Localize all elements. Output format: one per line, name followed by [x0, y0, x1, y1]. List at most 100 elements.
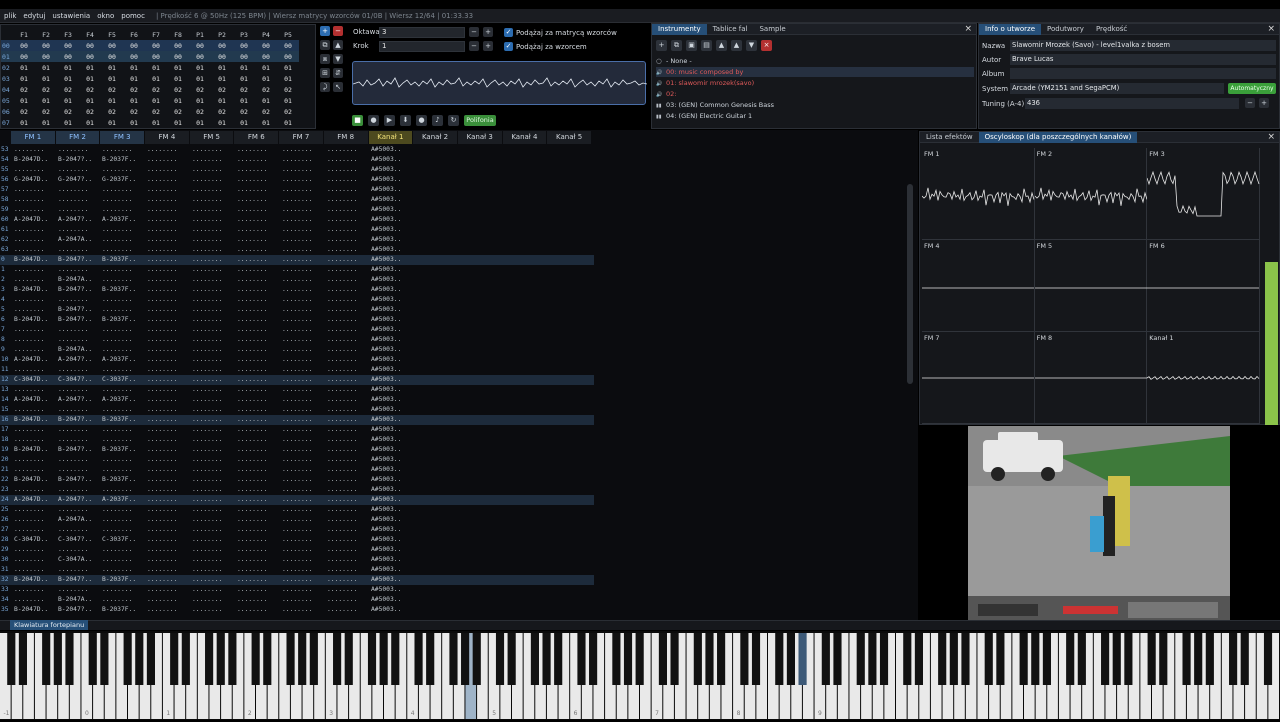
repeat-icon[interactable]: ↻ — [448, 115, 459, 126]
order-cell[interactable]: 01 — [35, 73, 57, 84]
menu-edytuj[interactable]: edytuj — [23, 12, 45, 20]
empty-cell[interactable]: ........ — [192, 315, 222, 325]
empty-cell[interactable]: ........ — [282, 435, 312, 445]
empty-cell[interactable]: ........ — [192, 255, 222, 265]
black-key[interactable] — [414, 633, 423, 685]
channel-header[interactable]: Kanał 4 — [502, 131, 548, 144]
pattern-row[interactable]: 14 A-2047D.. A-2047?.. A-2037F.............… — [0, 395, 594, 405]
empty-cell[interactable]: ........ — [327, 535, 357, 545]
empty-cell[interactable]: ........ — [282, 235, 312, 245]
black-key[interactable] — [554, 633, 563, 685]
note-cell[interactable]: ........ — [14, 305, 44, 315]
order-cell[interactable]: 00 — [79, 40, 101, 52]
note-cell[interactable]: ........ — [14, 165, 44, 175]
note-cell[interactable]: B-2047D.. — [14, 315, 48, 325]
octave-input[interactable]: 3 — [379, 27, 465, 38]
black-key[interactable] — [658, 633, 667, 685]
black-key[interactable] — [205, 633, 214, 685]
empty-cell[interactable]: ........ — [237, 455, 267, 465]
empty-cell[interactable]: ........ — [327, 225, 357, 235]
empty-cell[interactable]: ........ — [327, 405, 357, 415]
kanal-cell[interactable]: A#5003.. — [371, 305, 401, 315]
empty-cell[interactable]: ........ — [237, 345, 267, 355]
order-cell[interactable]: 01 — [277, 62, 299, 73]
order-cell[interactable]: 00 — [189, 51, 211, 63]
order-cell[interactable]: 01 — [211, 118, 233, 129]
order-cell[interactable]: 00 — [57, 40, 79, 52]
black-key[interactable] — [903, 633, 912, 685]
note-cell[interactable]: A-2047?.. — [58, 355, 92, 365]
order-cell[interactable]: 00 — [57, 51, 79, 63]
pattern-row[interactable]: 56 G-2047D.. G-2047?.. G-2037F.............… — [0, 175, 594, 185]
move-up-icon[interactable]: ▲ — [333, 40, 343, 50]
polyphony-button[interactable]: Polifonia — [464, 115, 496, 126]
note-cell[interactable]: ........ — [58, 325, 88, 335]
order-cell[interactable]: 01 — [145, 62, 167, 73]
empty-cell[interactable]: ........ — [192, 425, 222, 435]
black-key[interactable] — [472, 633, 481, 685]
note-cell[interactable]: B-2047D.. — [14, 605, 48, 615]
black-key[interactable] — [542, 633, 551, 685]
black-key[interactable] — [65, 633, 74, 685]
note-cell[interactable]: ........ — [102, 555, 132, 565]
empty-cell[interactable]: ........ — [237, 385, 267, 395]
tab-subsongs[interactable]: Podutwory — [1041, 24, 1090, 35]
empty-cell[interactable]: ........ — [147, 415, 177, 425]
empty-cell[interactable]: ........ — [327, 485, 357, 495]
tuning-plus-button[interactable]: + — [1259, 98, 1269, 108]
order-cell[interactable]: 01 — [189, 62, 211, 73]
author-field[interactable]: Brave Lucas — [1010, 54, 1276, 65]
kanal-cell[interactable]: A#5003.. — [371, 445, 401, 455]
black-key[interactable] — [507, 633, 516, 685]
note-cell[interactable]: B-2037F.. — [102, 255, 136, 265]
empty-cell[interactable]: ........ — [282, 345, 312, 355]
kanal-cell[interactable]: A#5003.. — [371, 145, 401, 155]
kanal-cell[interactable]: A#5003.. — [371, 395, 401, 405]
note-cell[interactable]: ........ — [102, 335, 132, 345]
order-cell[interactable]: 01 — [145, 73, 167, 84]
empty-cell[interactable]: ........ — [147, 165, 177, 175]
empty-cell[interactable]: ........ — [327, 275, 357, 285]
close-icon[interactable]: × — [964, 24, 972, 35]
order-cell[interactable]: 02 — [101, 107, 123, 118]
channel-header[interactable]: Kanał 2 — [413, 131, 458, 144]
octave-plus-button[interactable]: + — [483, 27, 493, 37]
pattern-row[interactable]: 18......................................… — [0, 435, 594, 445]
empty-cell[interactable]: ........ — [237, 155, 267, 165]
black-key[interactable] — [868, 633, 877, 685]
note-cell[interactable]: ........ — [102, 455, 132, 465]
black-key[interactable] — [1066, 633, 1075, 685]
black-key[interactable] — [1229, 633, 1238, 685]
empty-cell[interactable]: ........ — [237, 495, 267, 505]
octave-minus-button[interactable]: − — [469, 27, 479, 37]
black-key[interactable] — [717, 633, 726, 685]
black-key[interactable] — [1205, 633, 1214, 685]
empty-cell[interactable]: ........ — [327, 555, 357, 565]
order-cell[interactable]: 01 — [123, 118, 145, 129]
empty-cell[interactable]: ........ — [147, 515, 177, 525]
empty-cell[interactable]: ........ — [282, 415, 312, 425]
empty-cell[interactable]: ........ — [282, 295, 312, 305]
step-minus-button[interactable]: − — [469, 41, 479, 51]
empty-cell[interactable]: ........ — [147, 435, 177, 445]
pattern-row[interactable]: 19 B-2047D.. B-2047?.. B-2037F.............… — [0, 445, 594, 455]
empty-cell[interactable]: ........ — [192, 175, 222, 185]
pattern-row[interactable]: 54 B-2047D.. B-2047?.. B-2037F.............… — [0, 155, 594, 165]
note-cell[interactable]: ........ — [14, 195, 44, 205]
empty-cell[interactable]: ........ — [192, 185, 222, 195]
tab-piano-keyboard[interactable]: Klawiatura fortepianu — [10, 620, 89, 630]
empty-cell[interactable]: ........ — [327, 305, 357, 315]
kanal-cell[interactable]: A#5003.. — [371, 245, 401, 255]
empty-cell[interactable]: ........ — [147, 445, 177, 455]
kanal-cell[interactable]: A#5003.. — [371, 495, 401, 505]
order-cell[interactable]: 02 — [233, 84, 255, 95]
empty-cell[interactable]: ........ — [282, 225, 312, 235]
empty-cell[interactable]: ........ — [237, 565, 267, 575]
empty-cell[interactable]: ........ — [237, 365, 267, 375]
empty-cell[interactable]: ........ — [282, 185, 312, 195]
order-cell[interactable]: 01 — [255, 62, 277, 73]
empty-cell[interactable]: ........ — [147, 545, 177, 555]
empty-cell[interactable]: ........ — [192, 535, 222, 545]
empty-cell[interactable]: ........ — [327, 215, 357, 225]
pattern-row[interactable]: 7.......................................… — [0, 325, 594, 335]
